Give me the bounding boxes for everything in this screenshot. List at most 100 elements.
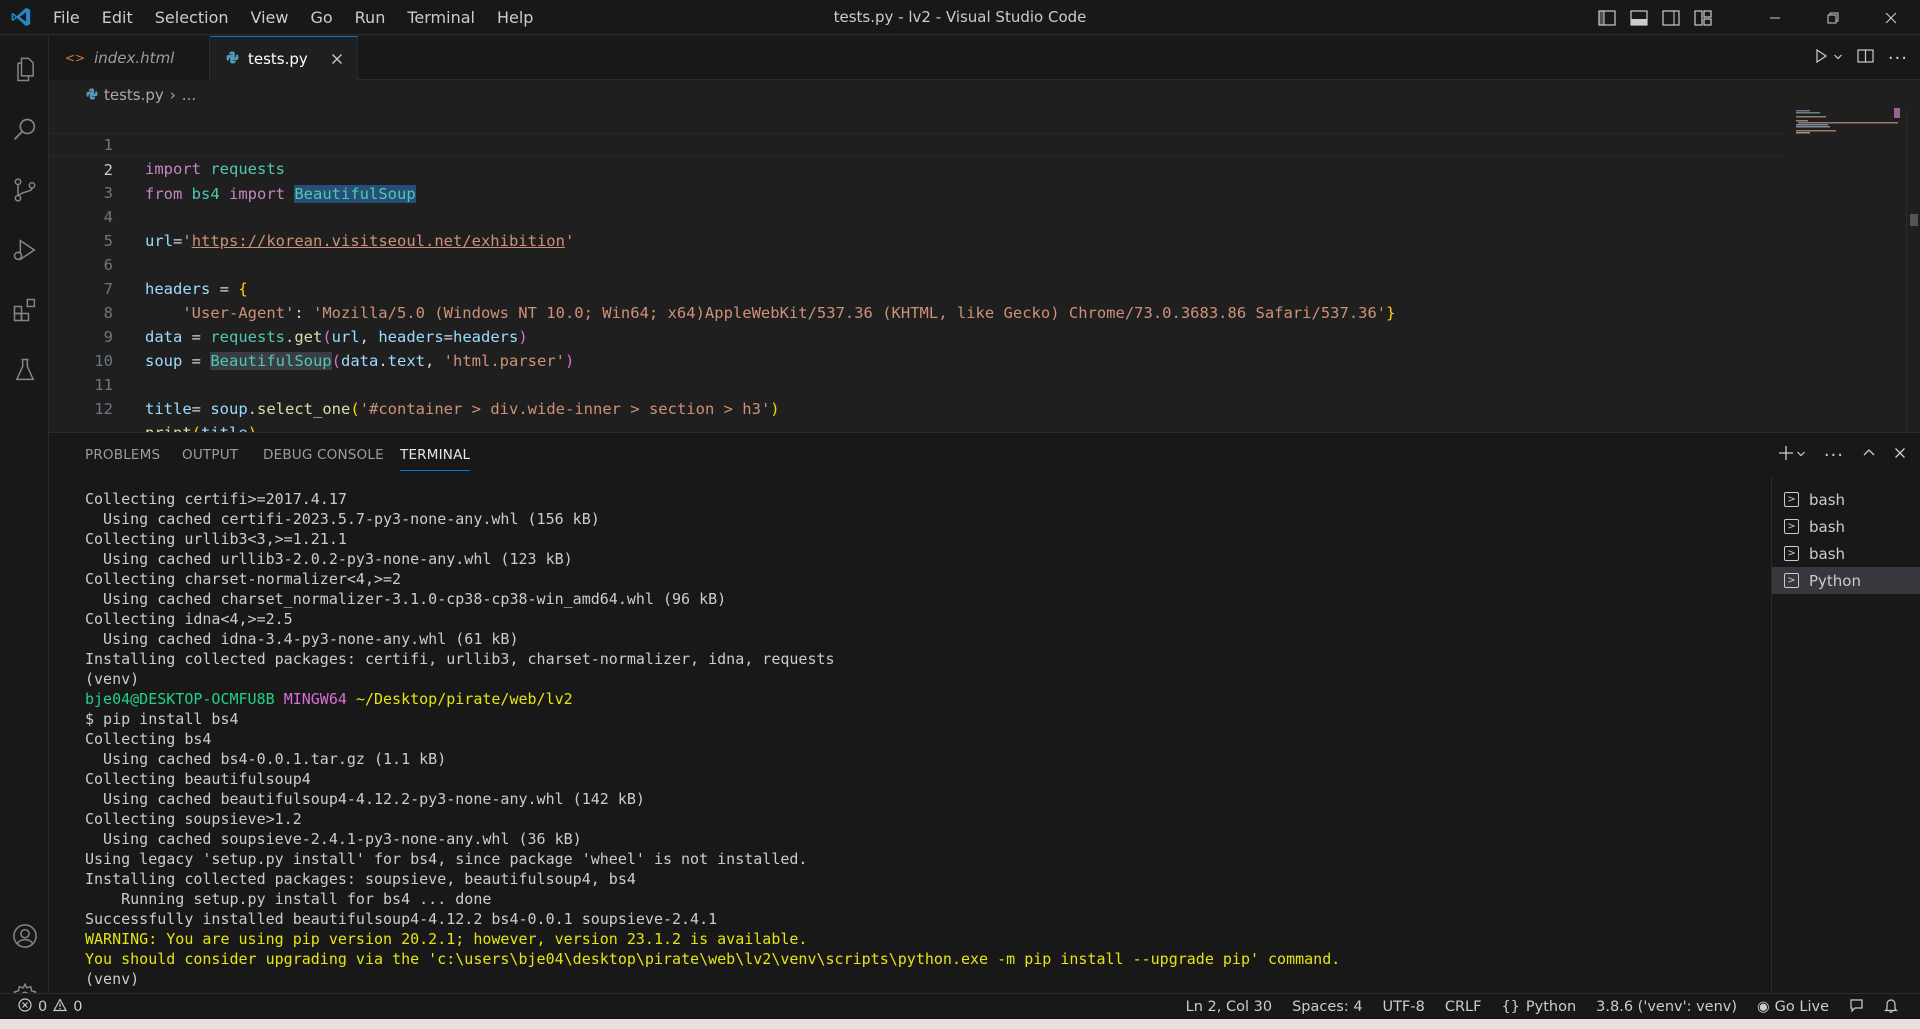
terminal-line: Using cached idna-3.4-py3-none-any.whl (…: [85, 630, 519, 648]
more-actions-icon[interactable]: ···: [1824, 445, 1844, 466]
code-editor[interactable]: 1 import requests 2 from bs4 import Beau…: [49, 108, 1920, 442]
html-file-icon: <>: [65, 51, 86, 65]
vscode-logo-icon: [0, 0, 42, 35]
token: ): [770, 400, 780, 418]
tab-label: tests.py: [248, 50, 308, 68]
code-line-current: 2 from bs4 import BeautifulSoup: [49, 133, 1784, 203]
code-line: 5: [49, 205, 1784, 250]
menu-view[interactable]: View: [240, 0, 300, 35]
breadcrumb-symbols[interactable]: ...: [182, 86, 196, 104]
prompt-path: ~/Desktop/pirate/web/lv2: [355, 690, 573, 708]
language-label: Python: [1525, 999, 1577, 1015]
problems-status[interactable]: 0 0: [18, 994, 82, 1020]
minimize-icon[interactable]: [1746, 0, 1804, 35]
encoding[interactable]: UTF-8: [1373, 999, 1435, 1015]
tab-index-html[interactable]: <> index.html: [49, 36, 210, 80]
terminal-prompt-line: bje04@DESKTOP-OCMFU8B MINGW64 ~/Desktop/…: [85, 689, 1771, 709]
line-ending[interactable]: CRLF: [1435, 999, 1492, 1015]
title-bar: File Edit Selection View Go Run Terminal…: [0, 0, 1920, 35]
tab-output[interactable]: OUTPUT: [182, 433, 238, 477]
tab-tests-py[interactable]: tests.py: [210, 36, 358, 81]
terminal-dropdown-chevron-icon[interactable]: [1796, 448, 1806, 463]
editor-tab-bar: <> index.html tests.py ···: [49, 36, 1920, 81]
feedback-icon[interactable]: [1839, 998, 1874, 1017]
terminal-icon: >: [1784, 573, 1799, 588]
menu-help[interactable]: Help: [486, 0, 544, 35]
breadcrumb-separator: ›: [169, 85, 176, 104]
menu-edit[interactable]: Edit: [91, 0, 144, 35]
layout-controls: [1596, 0, 1714, 35]
prompt-system: MINGW64: [283, 690, 347, 708]
terminal-warning-line: WARNING: You are using pip version 20.2.…: [85, 930, 808, 948]
run-python-file-icon[interactable]: [1813, 48, 1829, 68]
terminal-line: Using cached soupsieve-2.4.1-py3-none-an…: [85, 830, 582, 848]
cursor-position[interactable]: Ln 2, Col 30: [1176, 999, 1282, 1015]
tab-terminal[interactable]: TERMINAL: [400, 439, 471, 471]
warning-icon: [53, 998, 68, 1016]
tab-problems[interactable]: PROBLEMS: [85, 433, 160, 477]
menu-run[interactable]: Run: [344, 0, 397, 35]
maximize-panel-chevron-up-icon[interactable]: [1862, 446, 1876, 464]
scrollbar-thumb[interactable]: [1910, 214, 1918, 226]
testing-flask-icon[interactable]: [0, 340, 49, 400]
bottom-panel: PROBLEMS OUTPUT DEBUG CONSOLE TERMINAL ·…: [49, 432, 1920, 994]
menu-file[interactable]: File: [42, 0, 91, 35]
error-count: 0: [38, 999, 48, 1015]
new-terminal-plus-icon[interactable]: [1778, 445, 1794, 465]
explorer-icon[interactable]: [0, 40, 49, 100]
terminal-icon: >: [1784, 519, 1799, 534]
terminal-icon: >: [1784, 546, 1799, 561]
source-control-icon[interactable]: [0, 160, 49, 220]
close-window-icon[interactable]: [1862, 0, 1920, 35]
indentation[interactable]: Spaces: 4: [1282, 999, 1372, 1015]
token: .: [247, 400, 258, 418]
menu-bar: File Edit Selection View Go Run Terminal…: [42, 0, 544, 35]
close-tab-icon[interactable]: [327, 49, 347, 69]
search-icon[interactable]: [0, 100, 49, 160]
close-panel-icon[interactable]: [1894, 447, 1906, 463]
terminal-item-bash-1[interactable]: > bash: [1772, 486, 1920, 513]
more-actions-icon[interactable]: ···: [1888, 48, 1908, 69]
token: soup: [210, 400, 248, 418]
run-dropdown-chevron-icon[interactable]: [1833, 51, 1843, 66]
terminal-line: Using cached bs4-0.0.1.tar.gz (1.1 kB): [85, 750, 447, 768]
toggle-panel-icon[interactable]: [1628, 7, 1650, 29]
code-line: 3: [49, 157, 1784, 202]
breadcrumb-file[interactable]: tests.py: [104, 86, 164, 104]
toggle-secondary-sidebar-icon[interactable]: [1660, 7, 1682, 29]
python-interpreter[interactable]: 3.8.6 ('venv': venv): [1586, 999, 1747, 1015]
customize-layout-icon[interactable]: [1692, 7, 1714, 29]
terminal-line: Collecting urllib3<3,>=1.21.1: [85, 530, 347, 548]
language-mode[interactable]: {} Python: [1491, 999, 1586, 1015]
toggle-primary-sidebar-icon[interactable]: [1596, 7, 1618, 29]
minimap[interactable]: [1790, 108, 1900, 168]
code-line: 10: [49, 325, 1784, 370]
prompt-user: bje04@DESKTOP-OCMFU8B: [85, 690, 275, 708]
terminal-line: Collecting charset-normalizer<4,>=2: [85, 570, 402, 588]
terminal-line: Using legacy 'setup.py install' for bs4,…: [85, 850, 808, 868]
panel-tabs: PROBLEMS OUTPUT DEBUG CONSOLE TERMINAL ·…: [49, 433, 1920, 477]
menu-go[interactable]: Go: [299, 0, 343, 35]
code-line: 12 print(title): [49, 373, 1784, 442]
terminal-line: Using cached charset_normalizer-3.1.0-cp…: [85, 590, 727, 608]
token: title: [145, 400, 192, 418]
terminal-item-bash-3[interactable]: > bash: [1772, 540, 1920, 567]
braces-icon: {}: [1501, 999, 1520, 1015]
restore-icon[interactable]: [1804, 0, 1862, 35]
tab-debug-console[interactable]: DEBUG CONSOLE: [263, 433, 384, 477]
notifications-bell-icon[interactable]: [1874, 998, 1908, 1017]
status-right: Ln 2, Col 30 Spaces: 4 UTF-8 CRLF {} Pyth…: [1176, 994, 1908, 1020]
terminal-line: Using cached certifi-2023.5.7-py3-none-a…: [85, 510, 600, 528]
terminal-item-python[interactable]: > Python: [1772, 567, 1920, 594]
go-live-button[interactable]: ◉ Go Live: [1747, 999, 1839, 1015]
menu-terminal[interactable]: Terminal: [396, 0, 486, 35]
accounts-icon[interactable]: [0, 906, 49, 966]
editor-scrollbar[interactable]: [1906, 108, 1920, 431]
terminal-output[interactable]: Collecting certifi>=2017.4.17 Using cach…: [49, 477, 1771, 994]
split-editor-icon[interactable]: [1857, 48, 1874, 68]
menu-selection[interactable]: Selection: [144, 0, 240, 35]
extensions-icon[interactable]: [0, 280, 49, 340]
code-line: 6 headers = {: [49, 229, 1784, 298]
run-debug-icon[interactable]: [0, 220, 49, 280]
terminal-item-bash-2[interactable]: > bash: [1772, 513, 1920, 540]
